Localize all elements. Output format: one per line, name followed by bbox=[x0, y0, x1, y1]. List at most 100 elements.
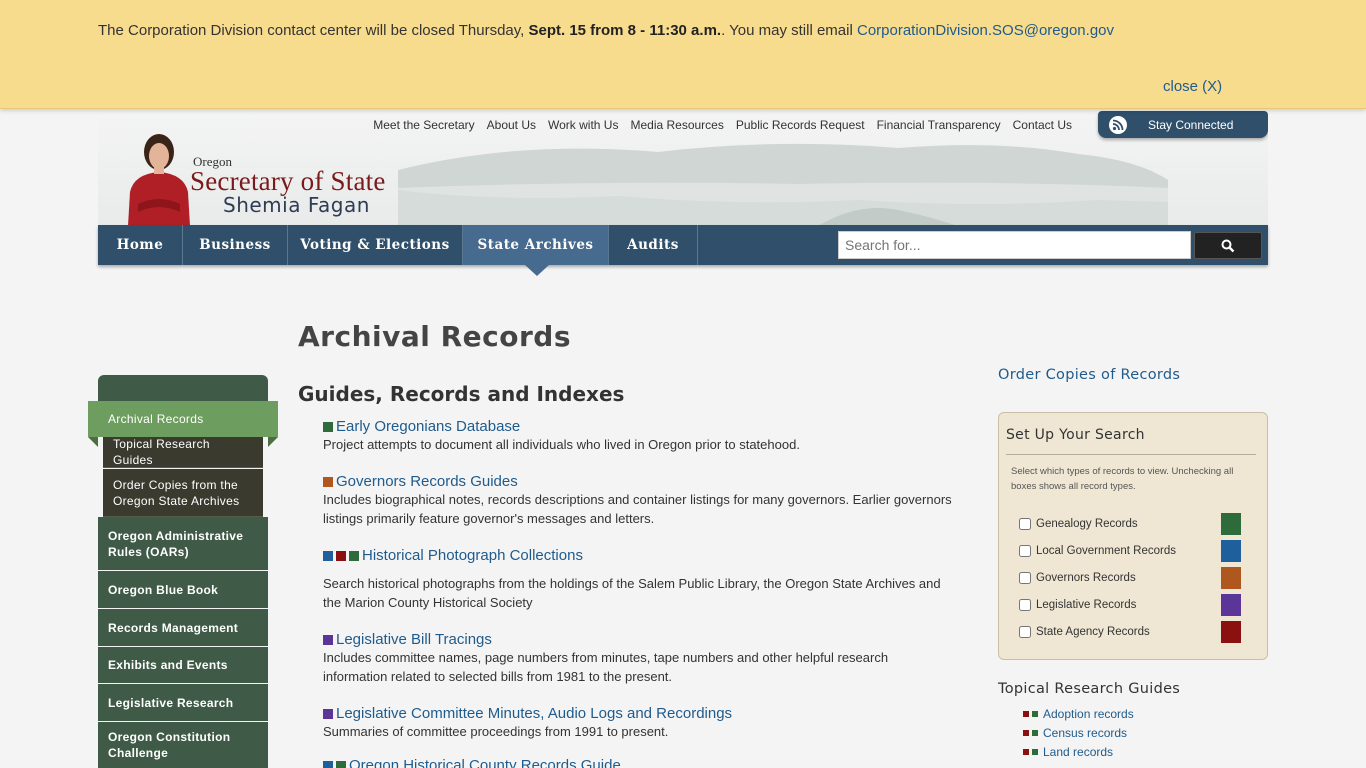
filter-label[interactable]: State Agency Records bbox=[1036, 626, 1150, 638]
link-public-records-request[interactable]: Public Records Request bbox=[736, 118, 865, 132]
sidebar-item-legislative-research[interactable]: Legislative Research bbox=[98, 684, 268, 722]
sidebar-header bbox=[98, 375, 268, 401]
genealogy-marker-icon bbox=[349, 550, 359, 561]
alert-text: The Corporation Division contact center … bbox=[98, 22, 529, 39]
nav-voting-elections[interactable]: Voting & Elections bbox=[288, 225, 463, 265]
search-button[interactable] bbox=[1194, 232, 1262, 259]
local-gov-marker-icon bbox=[323, 550, 333, 561]
sidebar-fold-right bbox=[268, 437, 278, 447]
sidebar-subitem-topical-research-guides[interactable]: Topical Research Guides bbox=[103, 437, 263, 468]
stay-connected-button[interactable]: Stay Connected bbox=[1098, 111, 1268, 138]
alert-date: Sept. 15 from 8 - 11:30 a.m. bbox=[528, 22, 722, 39]
divider bbox=[1006, 454, 1256, 455]
nav-active-indicator bbox=[525, 265, 549, 276]
stay-connected-label: Stay Connected bbox=[1148, 117, 1234, 132]
search-input[interactable] bbox=[838, 231, 1191, 259]
topical-guide-link[interactable]: Land records bbox=[1043, 745, 1113, 759]
link-financial-transparency[interactable]: Financial Transparency bbox=[877, 118, 1001, 132]
nav-business[interactable]: Business bbox=[183, 225, 288, 265]
alert-message: The Corporation Division contact center … bbox=[98, 22, 1114, 39]
filter-option: Genealogy Records bbox=[1019, 513, 1244, 535]
genealogy-marker-icon bbox=[323, 421, 333, 432]
sidebar-fold-left bbox=[88, 437, 98, 447]
governors-color-swatch bbox=[1221, 567, 1241, 589]
list-item: Legislative Committee Minutes, Audio Log… bbox=[323, 705, 953, 741]
rss-icon bbox=[1109, 115, 1127, 134]
state-agency-checkbox[interactable] bbox=[1019, 626, 1031, 638]
filter-box-note: Select which types of records to view. U… bbox=[1011, 466, 1234, 492]
search-filter-box: Set Up Your Search Select which types of… bbox=[998, 412, 1268, 660]
sidebar-item-oars[interactable]: Oregon Administrative Rules (OARs) bbox=[98, 517, 268, 571]
entry-description: Includes biographical notes, records des… bbox=[323, 492, 952, 526]
link-media-resources[interactable]: Media Resources bbox=[630, 118, 723, 132]
sidebar-item-blue-book[interactable]: Oregon Blue Book bbox=[98, 571, 268, 609]
filter-option: Local Government Records bbox=[1019, 540, 1244, 562]
local-government-color-swatch bbox=[1221, 540, 1241, 562]
topical-guide-item: Adoption records bbox=[1023, 707, 1134, 721]
utility-nav: Meet the Secretary About Us Work with Us… bbox=[373, 118, 1072, 132]
entry-link[interactable]: Legislative Committee Minutes, Audio Log… bbox=[336, 705, 732, 722]
topical-guide-link[interactable]: Adoption records bbox=[1043, 707, 1134, 721]
state-agency-marker-icon bbox=[1023, 749, 1029, 755]
entry-description: Search historical photographs from the h… bbox=[323, 576, 941, 610]
topical-guide-item: Land records bbox=[1023, 745, 1113, 759]
legislative-marker-icon bbox=[323, 634, 333, 645]
entry-description: Summaries of committee proceedings from … bbox=[323, 724, 669, 739]
order-copies-link[interactable]: Order Copies of Records bbox=[998, 367, 1180, 383]
topical-guide-item: Census records bbox=[1023, 726, 1127, 740]
nav-audits[interactable]: Audits bbox=[609, 225, 698, 265]
genealogy-marker-icon bbox=[1032, 749, 1038, 755]
section-title: Guides, Records and Indexes bbox=[298, 382, 625, 406]
nav-home[interactable]: Home bbox=[98, 225, 183, 265]
alert-banner: The Corporation Division contact center … bbox=[0, 0, 1366, 109]
genealogy-marker-icon bbox=[1032, 730, 1038, 736]
filter-box-title: Set Up Your Search bbox=[1006, 427, 1145, 443]
filter-option: Governors Records bbox=[1019, 567, 1244, 589]
local-gov-marker-icon bbox=[323, 760, 333, 768]
entry-description: Project attempts to document all individ… bbox=[323, 437, 800, 452]
filter-label[interactable]: Local Government Records bbox=[1036, 545, 1176, 557]
genealogy-checkbox[interactable] bbox=[1019, 518, 1031, 530]
state-agency-marker-icon bbox=[1023, 711, 1029, 717]
link-contact-us[interactable]: Contact Us bbox=[1013, 118, 1072, 132]
filter-label[interactable]: Governors Records bbox=[1036, 572, 1136, 584]
genealogy-marker-icon bbox=[1032, 711, 1038, 717]
main-nav: Home Business Voting & Elections State A… bbox=[98, 225, 1268, 265]
genealogy-marker-icon bbox=[336, 760, 346, 768]
alert-email-link[interactable]: CorporationDivision.SOS@oregon.gov bbox=[857, 22, 1114, 39]
list-item: Oregon Historical County Records Guide bbox=[323, 757, 953, 768]
sidebar-item-archival-records[interactable]: Archival Records bbox=[88, 401, 278, 437]
state-agency-marker-icon bbox=[336, 550, 346, 561]
page-title: Archival Records bbox=[298, 320, 572, 353]
state-agency-color-swatch bbox=[1221, 621, 1241, 643]
entry-link[interactable]: Governors Records Guides bbox=[336, 473, 518, 490]
entry-link[interactable]: Oregon Historical County Records Guide bbox=[349, 757, 621, 768]
genealogy-color-swatch bbox=[1221, 513, 1241, 535]
topical-guide-link[interactable]: Census records bbox=[1043, 726, 1127, 740]
entry-description: Includes committee names, page numbers f… bbox=[323, 650, 889, 684]
sidebar-item-records-management[interactable]: Records Management bbox=[98, 609, 268, 647]
alert-text-after: . You may still email bbox=[721, 22, 857, 39]
sidebar-item-constitution-challenge[interactable]: Oregon Constitution Challenge bbox=[98, 722, 268, 768]
filter-label[interactable]: Genealogy Records bbox=[1036, 518, 1138, 530]
link-work-with-us[interactable]: Work with Us bbox=[548, 118, 618, 132]
alert-close-button[interactable]: close (X) bbox=[1163, 78, 1222, 95]
link-meet-the-secretary[interactable]: Meet the Secretary bbox=[373, 118, 474, 132]
entry-link[interactable]: Legislative Bill Tracings bbox=[336, 631, 492, 648]
entry-link[interactable]: Historical Photograph Collections bbox=[362, 547, 583, 564]
governors-checkbox[interactable] bbox=[1019, 572, 1031, 584]
search-icon bbox=[1221, 239, 1235, 252]
governors-marker-icon bbox=[323, 476, 333, 487]
legislative-color-swatch bbox=[1221, 594, 1241, 616]
topical-guides-title: Topical Research Guides bbox=[998, 681, 1181, 697]
entry-link[interactable]: Early Oregonians Database bbox=[336, 418, 520, 435]
local-government-checkbox[interactable] bbox=[1019, 545, 1031, 557]
link-about-us[interactable]: About Us bbox=[487, 118, 536, 132]
secretary-portrait bbox=[128, 134, 190, 226]
sidebar-item-exhibits-events[interactable]: Exhibits and Events bbox=[98, 647, 268, 684]
logo-name: Shemia Fagan bbox=[223, 193, 370, 217]
legislative-checkbox[interactable] bbox=[1019, 599, 1031, 611]
filter-label[interactable]: Legislative Records bbox=[1036, 599, 1136, 611]
sidebar-subitem-order-copies[interactable]: Order Copies from the Oregon State Archi… bbox=[103, 469, 263, 517]
nav-state-archives[interactable]: State Archives bbox=[463, 225, 609, 265]
